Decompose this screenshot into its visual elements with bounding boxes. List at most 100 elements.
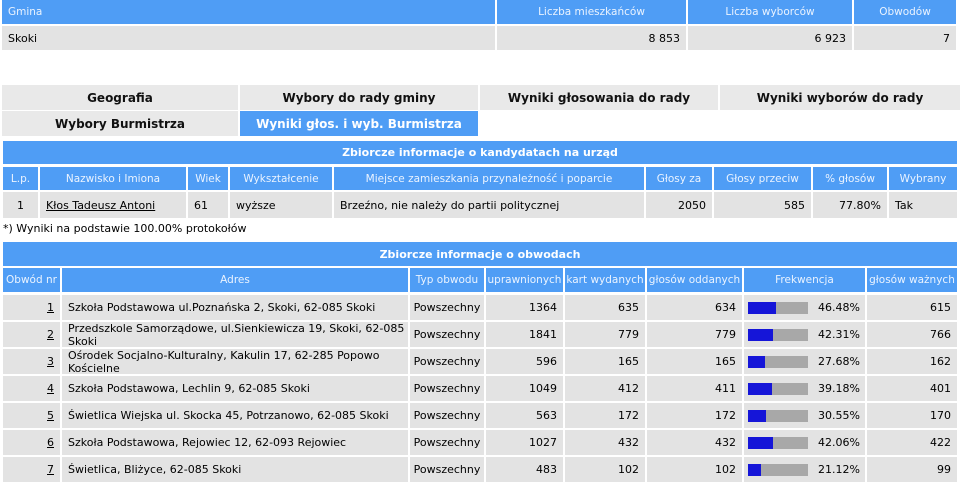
district-number-link[interactable]: 3 — [47, 355, 54, 368]
turnout-bar-fill — [748, 329, 774, 341]
candidate-cell: 61 — [188, 192, 228, 218]
tab[interactable]: Wybory Burmistrza — [2, 111, 238, 136]
districts-header: Typ obwodu — [410, 268, 484, 292]
district-cell: 432 — [565, 430, 645, 455]
summary-value: Skoki — [2, 26, 495, 50]
turnout-bar-fill — [748, 383, 772, 395]
candidates-header: Miejsce zamieszkania przynależność i pop… — [334, 167, 644, 190]
district-number[interactable]: 7 — [3, 457, 60, 482]
candidates-header: Wiek — [188, 167, 228, 190]
district-cell: 615 — [867, 295, 957, 320]
district-number[interactable]: 3 — [3, 349, 60, 374]
candidate-cell: 585 — [714, 192, 811, 218]
district-cell: 411 — [647, 376, 742, 401]
turnout-percent: 27.68% — [818, 355, 860, 368]
district-cell: Świetlica Wiejska ul. Skocka 45, Potrzan… — [62, 403, 408, 428]
district-cell: Powszechny — [410, 322, 484, 347]
candidate-cell: 2050 — [646, 192, 712, 218]
candidates-header: L.p. — [3, 167, 38, 190]
district-number-link[interactable]: 5 — [47, 409, 54, 422]
district-cell: 102 — [565, 457, 645, 482]
turnout-cell: 46.48% — [744, 295, 865, 320]
candidate-cell: 1 — [3, 192, 38, 218]
district-cell: 170 — [867, 403, 957, 428]
turnout-bar — [748, 302, 808, 314]
tab[interactable]: Wyniki głos. i wyb. Burmistrza — [240, 111, 478, 136]
district-number-link[interactable]: 6 — [47, 436, 54, 449]
candidates-header: Głosy przeciw — [714, 167, 811, 190]
summary-value: 6 923 — [688, 26, 852, 50]
candidate-cell: Brzeźno, nie należy do partii polityczne… — [334, 192, 644, 218]
district-cell: 766 — [867, 322, 957, 347]
districts-header: Obwód nr — [3, 268, 60, 292]
candidate-name[interactable]: Kłos Tadeusz Antoni — [40, 192, 186, 218]
district-cell: 635 — [565, 295, 645, 320]
district-number[interactable]: 5 — [3, 403, 60, 428]
tab[interactable]: Wyniki wyborów do rady — [720, 85, 960, 110]
summary-value: 7 — [854, 26, 956, 50]
candidate-cell: Tak — [889, 192, 957, 218]
district-cell: 1049 — [486, 376, 563, 401]
district-cell: 1364 — [486, 295, 563, 320]
summary-header: Gmina — [2, 0, 495, 24]
tab[interactable]: Geografia — [2, 85, 238, 110]
turnout-bar-fill — [748, 302, 776, 314]
turnout-bar — [748, 410, 808, 422]
turnout-percent: 42.31% — [818, 328, 860, 341]
turnout-bar-fill — [748, 410, 767, 422]
district-cell: Szkoła Podstawowa ul.Poznańska 2, Skoki,… — [62, 295, 408, 320]
district-cell: 102 — [647, 457, 742, 482]
districts-header: Adres — [62, 268, 408, 292]
districts-header: Frekwencja — [744, 268, 865, 292]
turnout-cell: 42.06% — [744, 430, 865, 455]
district-number[interactable]: 6 — [3, 430, 60, 455]
candidate-cell: wyższe — [230, 192, 332, 218]
district-cell: 563 — [486, 403, 563, 428]
district-cell: 412 — [565, 376, 645, 401]
turnout-cell: 39.18% — [744, 376, 865, 401]
district-cell: 401 — [867, 376, 957, 401]
turnout-percent: 21.12% — [818, 463, 860, 476]
candidates-title: Zbiorcze informacje o kandydatach na urz… — [3, 141, 957, 164]
district-cell: 172 — [647, 403, 742, 428]
district-cell: Powszechny — [410, 349, 484, 374]
summary-value: 8 853 — [497, 26, 686, 50]
districts-title: Zbiorcze informacje o obwodach — [3, 242, 957, 266]
turnout-percent: 39.18% — [818, 382, 860, 395]
district-cell: 422 — [867, 430, 957, 455]
summary-header: Liczba wyborców — [688, 0, 852, 24]
tab[interactable]: Wyniki głosowania do rady — [480, 85, 718, 110]
district-cell: 162 — [867, 349, 957, 374]
district-cell: 165 — [647, 349, 742, 374]
district-cell: 1841 — [486, 322, 563, 347]
turnout-percent: 46.48% — [818, 301, 860, 314]
turnout-cell: 30.55% — [744, 403, 865, 428]
district-number[interactable]: 4 — [3, 376, 60, 401]
district-cell: Powszechny — [410, 430, 484, 455]
turnout-cell: 21.12% — [744, 457, 865, 482]
candidates-header: Wykształcenie — [230, 167, 332, 190]
turnout-bar — [748, 437, 808, 449]
district-number-link[interactable]: 4 — [47, 382, 54, 395]
candidates-header: Nazwisko i Imiona — [40, 167, 186, 190]
candidate-name-link[interactable]: Kłos Tadeusz Antoni — [46, 199, 155, 212]
tab[interactable]: Wybory do rady gminy — [240, 85, 478, 110]
district-cell: 779 — [565, 322, 645, 347]
district-number-link[interactable]: 7 — [47, 463, 54, 476]
districts-header: kart wydanych — [565, 268, 645, 292]
turnout-bar — [748, 383, 808, 395]
district-number-link[interactable]: 2 — [47, 328, 54, 341]
district-cell: Ośrodek Socjalno-Kulturalny, Kakulin 17,… — [62, 349, 408, 375]
turnout-bar-fill — [748, 464, 761, 476]
summary-header: Obwodów — [854, 0, 956, 24]
turnout-bar-fill — [748, 356, 765, 368]
district-cell: 483 — [486, 457, 563, 482]
district-cell: Powszechny — [410, 403, 484, 428]
districts-header: głosów oddanych — [647, 268, 742, 292]
district-number[interactable]: 2 — [3, 322, 60, 347]
district-cell: Powszechny — [410, 295, 484, 320]
turnout-percent: 30.55% — [818, 409, 860, 422]
district-cell: Szkoła Podstawowa, Rejowiec 12, 62-093 R… — [62, 430, 408, 455]
district-number[interactable]: 1 — [3, 295, 60, 320]
district-number-link[interactable]: 1 — [47, 301, 54, 314]
